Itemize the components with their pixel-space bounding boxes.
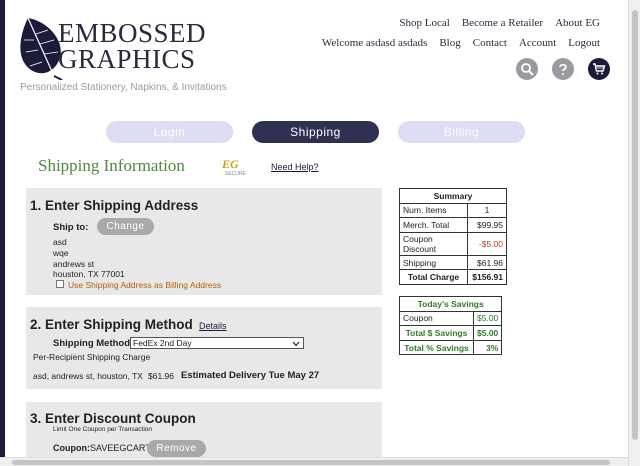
remove-coupon-button[interactable]: Remove [147,440,206,457]
account-nav: Welcome asdasd asdads Blog Contact Accou… [322,37,600,49]
coupon-code: SAVEEGCART [90,443,151,453]
nav-account[interactable]: Account [519,37,556,49]
cart-icon[interactable] [588,58,610,80]
address-line-2: wqe [53,248,69,258]
summary-value: $61.96 [467,254,507,271]
shipping-cost: $61.96 [148,371,174,381]
horizontal-scrollbar[interactable] [0,457,628,466]
summary-value: $99.95 [467,217,507,233]
total-pct-savings-value: 3% [472,339,503,356]
coupon-limit: Limit One Coupon per Transaction [53,426,152,433]
savings-coupon-value: $5.00 [472,310,503,327]
checkout-steps: Login Shipping Billing [106,121,525,143]
top-nav: Shop Local Become a Retailer About EG [399,17,600,29]
table-row: Shipping $61.96 [399,254,507,271]
header-icons [516,58,610,80]
left-border [0,0,5,466]
order-summary: Summary Num. Items 1 Merch. Total $99.95… [399,188,507,285]
total-value: $156.91 [467,269,507,285]
billing-checkbox[interactable] [56,280,64,288]
nav-become-retailer[interactable]: Become a Retailer [462,17,543,29]
savings-title: Today's Savings [398,296,503,312]
table-row: Total $ Savings $5.00 [399,325,503,341]
brand-line-2: GRAPHICS [58,44,196,74]
nav-blog[interactable]: Blog [439,37,460,49]
table-row: Total % Savings 3% [399,339,503,356]
page: EMBOSSED GRAPHICS Personalized Stationer… [0,0,640,466]
shipping-address-heading: 1. Enter Shipping Address [30,198,199,213]
logo[interactable]: EMBOSSED GRAPHICS [18,10,218,85]
nav-contact[interactable]: Contact [473,37,507,49]
step-login[interactable]: Login [106,121,233,143]
step-billing[interactable]: Billing [398,121,525,143]
coupon-label: Coupon: [53,443,90,453]
shipping-method-heading: 2. Enter Shipping Method [30,317,193,332]
shipping-method-select[interactable]: FedEx 2nd Day [130,337,304,349]
discount-heading: 3. Enter Discount Coupon [30,411,196,426]
table-row: Coupon $5.00 [399,310,503,327]
search-icon[interactable] [516,58,538,80]
details-link[interactable]: Details [199,321,227,331]
ship-to-label: Ship to: [53,222,89,233]
nav-about[interactable]: About EG [555,17,600,29]
tagline: Personalized Stationery, Napkins, & Invi… [20,82,227,93]
address-line-4: houston, TX 77001 [53,269,125,279]
total-pct-savings-label: Total % Savings [399,339,474,356]
summary-value: 1 [467,202,507,219]
horizontal-scroll-thumb[interactable] [12,460,610,465]
welcome-text: Welcome asdasd asdads [321,37,428,49]
help-icon[interactable] [552,58,574,80]
step-shipping[interactable]: Shipping [252,121,379,143]
total-dollar-savings-value: $5.00 [472,325,503,341]
nav-shop-local[interactable]: Shop Local [399,17,449,29]
recipient-address: asd, andrews st, houston, TX [33,371,143,381]
address-line-1: asd [53,237,67,247]
selected-method: FedEx 2nd Day [133,338,192,348]
table-row: Coupon Discount -$5.00 [399,231,507,256]
secure-text: SECURE [225,171,246,177]
vertical-scroll-thumb[interactable] [632,10,638,440]
summary-label: Coupon Discount [399,231,468,256]
vertical-scrollbar[interactable] [628,0,640,466]
billing-checkbox-label[interactable]: Use Shipping Address as Billing Address [68,280,221,290]
nav-logout[interactable]: Logout [568,37,600,49]
summary-label: Shipping [399,254,468,271]
summary-label: Num. Items [399,202,468,219]
summary-title: Summary [399,188,507,204]
estimated-delivery: Estimated Delivery Tue May 27 [181,370,320,381]
todays-savings: Today's Savings Coupon $5.00 Total $ Sav… [398,296,503,356]
savings-coupon-label: Coupon [399,310,474,327]
summary-value: -$5.00 [467,231,507,256]
shipping-note: Per-Recipient Shipping Charge [33,352,151,362]
chevron-down-icon [292,341,300,347]
total-dollar-savings-label: Total $ Savings [399,325,474,341]
secure-logo: EG [222,157,239,171]
shipping-address-panel: 1. Enter Shipping Address Ship to: Chang… [26,188,382,295]
method-label: Shipping Method: [53,338,134,349]
table-row: Num. Items 1 [399,202,507,219]
need-help-link[interactable]: Need Help? [271,162,319,172]
table-row: Merch. Total $99.95 [399,217,507,233]
shipping-method-panel: 2. Enter Shipping Method Details Shippin… [26,307,382,389]
page-title: Shipping Information [38,156,185,175]
total-label: Total Charge [399,269,468,285]
summary-label: Merch. Total [399,217,468,233]
table-row: Total Charge $156.91 [399,269,507,285]
secure-badge: EG SECURE [216,157,250,177]
change-button[interactable]: Change [97,218,154,235]
address-line-3: andrews st [53,259,95,269]
discount-panel: 3. Enter Discount Coupon Limit One Coupo… [26,402,382,458]
